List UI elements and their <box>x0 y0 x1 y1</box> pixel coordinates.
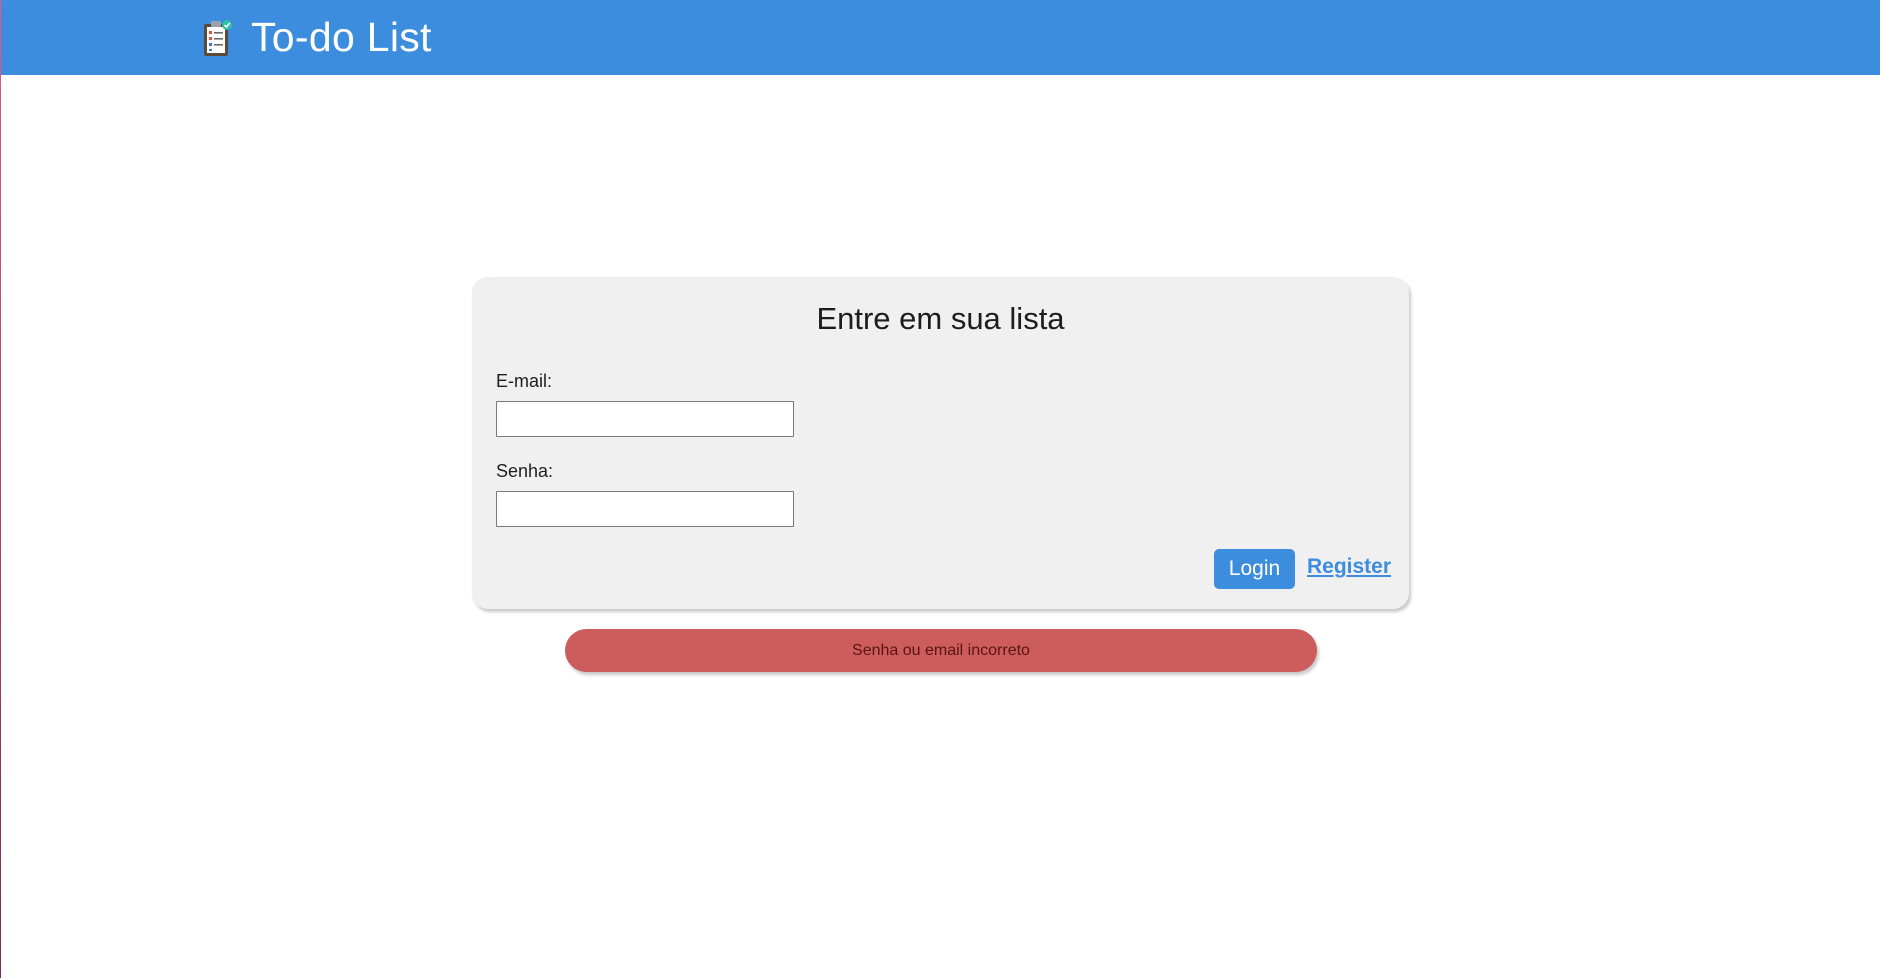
login-title: Entre em sua lista <box>816 301 1065 336</box>
clipboard-checklist-icon <box>201 18 233 58</box>
email-field[interactable] <box>496 401 794 437</box>
login-button[interactable]: Login <box>1214 549 1295 589</box>
login-card: Entre em sua lista E-mail: Senha: Login … <box>472 277 1409 609</box>
error-alert: Senha ou email incorreto <box>565 629 1317 672</box>
password-label: Senha: <box>496 461 554 481</box>
error-message: Senha ou email incorreto <box>852 641 1030 659</box>
app-title: To-do List <box>251 14 432 60</box>
email-label: E-mail: <box>496 371 553 391</box>
window-edge <box>0 0 1 978</box>
register-link[interactable]: Register <box>1307 555 1391 579</box>
password-field[interactable] <box>496 491 794 527</box>
brand: To-do List <box>201 10 432 65</box>
top-header: To-do List <box>1 0 1880 75</box>
